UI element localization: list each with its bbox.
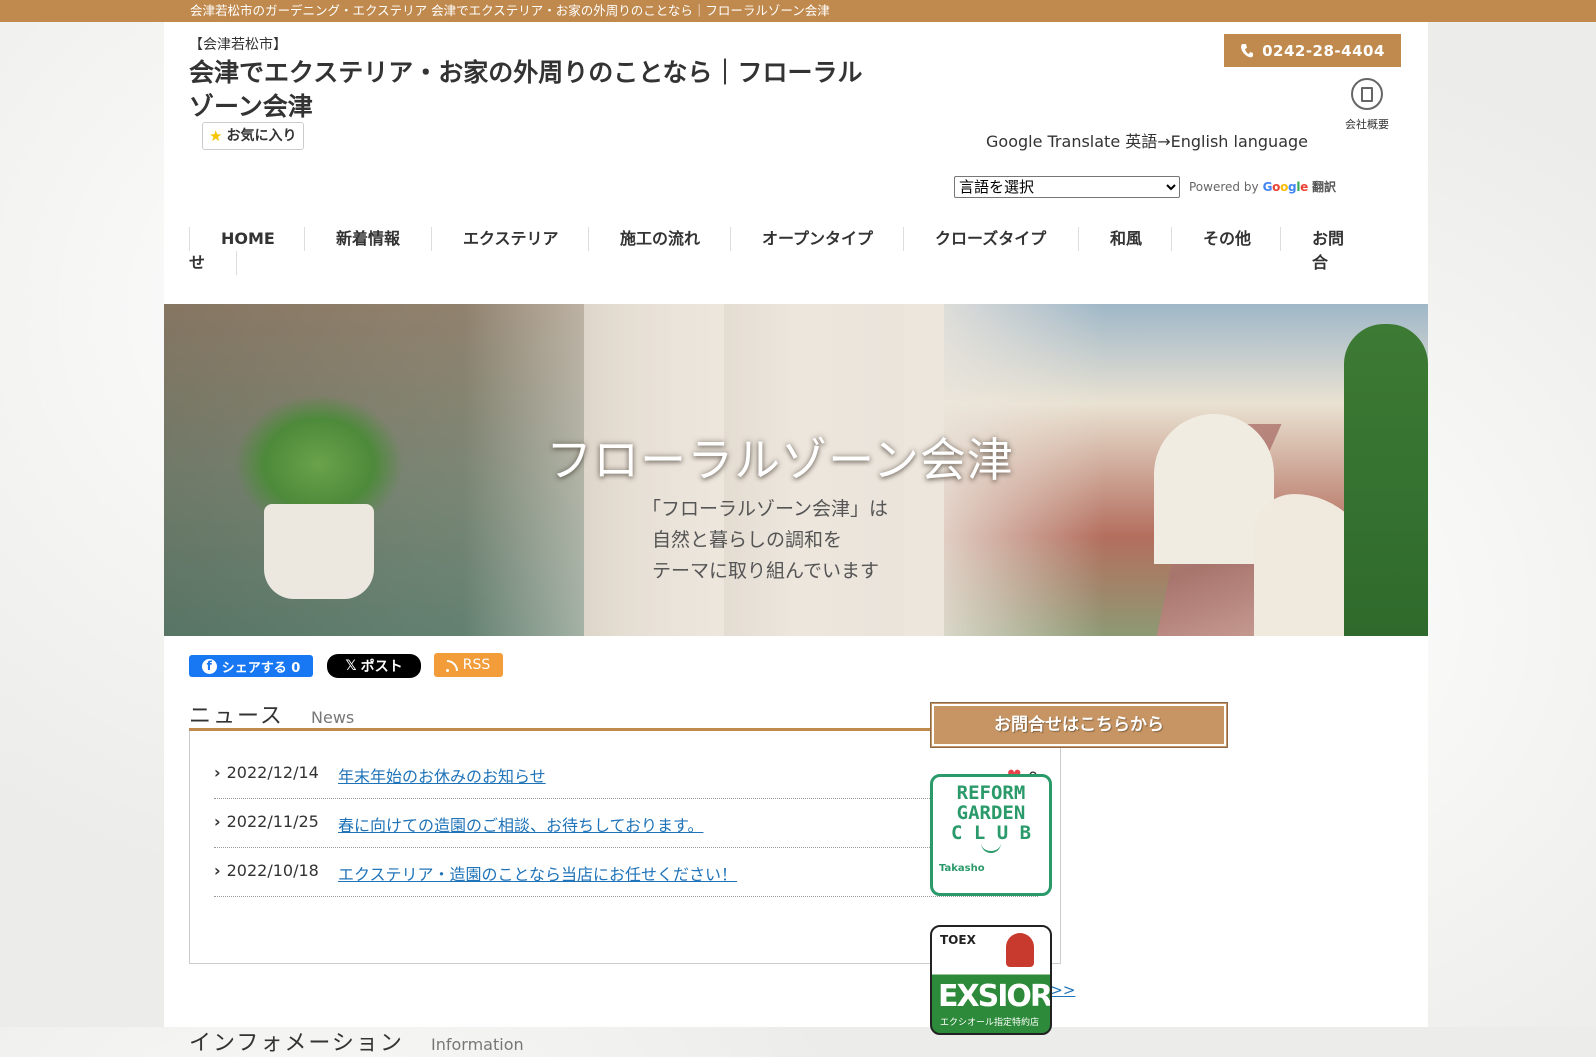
rss-button[interactable]: RSS: [434, 653, 503, 677]
top-banner: 会津若松市のガーデニング・エクステリア 会津でエクステリア・お家の外周りのことな…: [0, 0, 1596, 22]
facebook-share-label: シェアする 0: [221, 660, 301, 676]
site-title[interactable]: 会津でエクステリア・お家の外周りのことなら｜フローラルゾーン会津: [189, 56, 879, 124]
hero-tagline: 「フローラルゾーン会津」は 自然と暮らしの調和を テーマに取り組んでいます: [642, 494, 888, 587]
facebook-share-button[interactable]: f シェアする 0: [189, 655, 313, 677]
news-date: 2022/10/18: [214, 861, 319, 880]
top-banner-text: 会津若松市のガーデニング・エクステリア 会津でエクステリア・お家の外周りのことな…: [190, 3, 830, 18]
google-logo: Google: [1262, 179, 1309, 194]
star-icon: ★: [209, 127, 223, 145]
x-post-label: ポスト: [360, 659, 403, 675]
building-icon: [1351, 78, 1383, 110]
nav-item-japanese-style[interactable]: 和風: [1078, 227, 1173, 251]
contact-banner-button[interactable]: お問合せはこちらから: [930, 702, 1228, 748]
page-container: 【会津若松市】 会津でエクステリア・お家の外周りのことなら｜フローラルゾーン会津…: [164, 22, 1428, 1056]
news-title-link[interactable]: 春に向けての造園のご相談、お待ちしております。: [338, 812, 703, 836]
news-item: 2022/10/18 エクステリア・造園のことなら当店にお任せください！ ♥ 0: [214, 847, 1038, 897]
exsior-name: EXSIOR: [938, 979, 1051, 1014]
region-label: 【会津若松市】: [189, 37, 287, 53]
nav-item-flow[interactable]: 施工の流れ: [588, 227, 731, 251]
exsior-logo[interactable]: TOEX EXSIOR エクシオール指定特約店: [930, 925, 1052, 1035]
favorite-button[interactable]: ★ お気に入り: [202, 122, 305, 150]
nav-item-home[interactable]: HOME: [189, 227, 306, 251]
gnome-icon: [1006, 933, 1034, 967]
toex-label: TOEX: [940, 933, 976, 947]
favorite-label: お気に入り: [226, 128, 297, 144]
global-nav: HOME 新着情報 エクステリア 施工の流れ オープンタイプ クローズタイプ 和…: [189, 227, 1379, 277]
translate-label: Google Translate 英語→English language: [986, 132, 1309, 151]
translate-link[interactable]: 翻訳: [1312, 178, 1336, 195]
hero-banner: フローラルゾーン会津 「フローラルゾーン会津」は 自然と暮らしの調和を テーマに…: [164, 304, 1428, 636]
language-select[interactable]: 言語を選択: [954, 176, 1180, 198]
hero-tagline-line: 「フローラルゾーン会津」は: [642, 498, 889, 520]
smile-icon: [981, 843, 1001, 853]
x-icon: 𝕏: [345, 658, 357, 674]
nav-item-others[interactable]: その他: [1171, 227, 1282, 251]
company-profile-link[interactable]: 会社概要: [1340, 78, 1394, 132]
company-profile-label: 会社概要: [1345, 118, 1389, 131]
nav-item-contact-wrap[interactable]: せ: [189, 251, 238, 275]
nav-item-contact[interactable]: お問合: [1280, 227, 1379, 272]
nav-item-news[interactable]: 新着情報: [304, 227, 431, 251]
news-date: 2022/12/14: [214, 763, 319, 782]
powered-by-google: Powered by Google 翻訳: [1189, 178, 1336, 195]
information-heading-jp: インフォメーション: [189, 1031, 404, 1056]
nav-item-exterior[interactable]: エクステリア: [431, 227, 590, 251]
x-post-button[interactable]: 𝕏 ポスト: [327, 654, 421, 678]
nav-item-close-type[interactable]: クローズタイプ: [903, 227, 1077, 251]
nav-item-open-type[interactable]: オープンタイプ: [730, 227, 904, 251]
exsior-caption: エクシオール指定特約店: [940, 1018, 1040, 1028]
hero-tagline-line: テーマに取り組んでいます: [652, 560, 880, 582]
powered-by-text: Powered by: [1189, 179, 1259, 194]
rss-icon: [445, 659, 458, 672]
rss-label: RSS: [462, 657, 491, 673]
news-title-link[interactable]: エクステリア・造園のことなら当店にお任せください！: [338, 861, 737, 885]
hero-pot: [264, 504, 374, 599]
news-item: 2022/12/14 年末年始のお休みのお知らせ ♥ 0: [214, 749, 1038, 799]
facebook-icon: f: [201, 658, 217, 674]
news-heading-jp: ニュース: [189, 704, 284, 729]
news-title-link[interactable]: 年末年始のお休みのお知らせ: [338, 763, 546, 787]
reform-garden-club-logo[interactable]: REFORM GARDEN C L U B Takasho: [930, 774, 1052, 896]
information-heading: インフォメーション Information: [189, 1025, 524, 1057]
hero-title: フローラルゾーン会津: [546, 433, 1014, 487]
news-heading-en: News: [311, 708, 355, 727]
news-date: 2022/11/25: [214, 812, 319, 831]
news-item: 2022/11/25 春に向けての造園のご相談、お待ちしております。 ♥ 0: [214, 798, 1038, 848]
phone-icon: [1241, 43, 1254, 57]
hero-tree: [1344, 324, 1428, 636]
takasho-brand: Takasho: [939, 863, 985, 874]
information-heading-en: Information: [431, 1035, 524, 1054]
hero-tagline-line: 自然と暮らしの調和を: [652, 529, 843, 551]
phone-button[interactable]: 0242-28-4404: [1224, 34, 1401, 67]
phone-number: 0242-28-4404: [1262, 41, 1385, 60]
